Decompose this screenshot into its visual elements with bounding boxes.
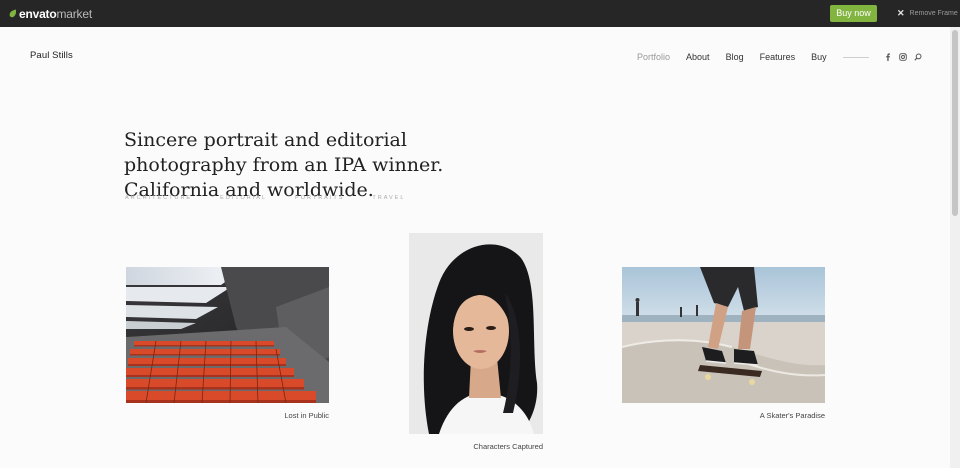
- instagram-icon[interactable]: [898, 53, 907, 61]
- portrait-photo[interactable]: [409, 233, 543, 434]
- stadium-seats-photo[interactable]: [126, 267, 329, 403]
- remove-frame-link[interactable]: ✕ Remove Frame: [897, 8, 958, 19]
- remove-frame-label: Remove Frame: [909, 10, 958, 17]
- hero-headline: Sincere portrait and editorial photograp…: [124, 129, 444, 201]
- stadium-seats-image: [126, 267, 329, 403]
- envato-market-logo[interactable]: envato market: [9, 6, 92, 21]
- envato-leaf-icon: [9, 9, 17, 18]
- nav-item-blog[interactable]: Blog: [726, 52, 744, 62]
- skater-photo[interactable]: [622, 267, 825, 403]
- photo-caption[interactable]: A Skater's Paradise: [622, 411, 825, 420]
- site-title[interactable]: Paul Stills: [30, 50, 73, 61]
- scrollbar-thumb[interactable]: [952, 30, 958, 216]
- photo-caption[interactable]: Lost in Public: [126, 411, 329, 420]
- filter-travel[interactable]: Travel: [372, 195, 405, 203]
- close-icon: ✕: [897, 8, 905, 18]
- filter-editorial[interactable]: Editorial: [220, 195, 267, 203]
- logo-word-market: market: [56, 6, 92, 21]
- portrait-image: [409, 233, 543, 434]
- filter-architecture[interactable]: Architecture: [125, 195, 192, 203]
- filter-portraits[interactable]: Portraits: [295, 195, 344, 203]
- skater-image: [622, 267, 825, 403]
- nav-item-about[interactable]: About: [686, 52, 710, 62]
- page-scrollbar[interactable]: [950, 27, 960, 468]
- envato-top-bar: envato market Buy now ✕ Remove Frame: [0, 0, 960, 27]
- nav-item-portfolio[interactable]: Portfolio: [637, 52, 670, 62]
- nav-divider: [842, 56, 869, 58]
- logo-word-envato: envato: [19, 6, 57, 21]
- search-icon[interactable]: [914, 53, 922, 61]
- buy-now-button[interactable]: Buy now: [830, 5, 877, 22]
- nav-item-buy[interactable]: Buy: [811, 52, 827, 62]
- nav-item-features[interactable]: Features: [760, 52, 796, 62]
- main-nav: Portfolio About Blog Features Buy: [637, 51, 929, 63]
- category-filters: Architecture Editorial Portraits Travel: [125, 195, 433, 203]
- facebook-icon[interactable]: [884, 53, 892, 61]
- photo-caption[interactable]: Characters Captured: [409, 442, 543, 451]
